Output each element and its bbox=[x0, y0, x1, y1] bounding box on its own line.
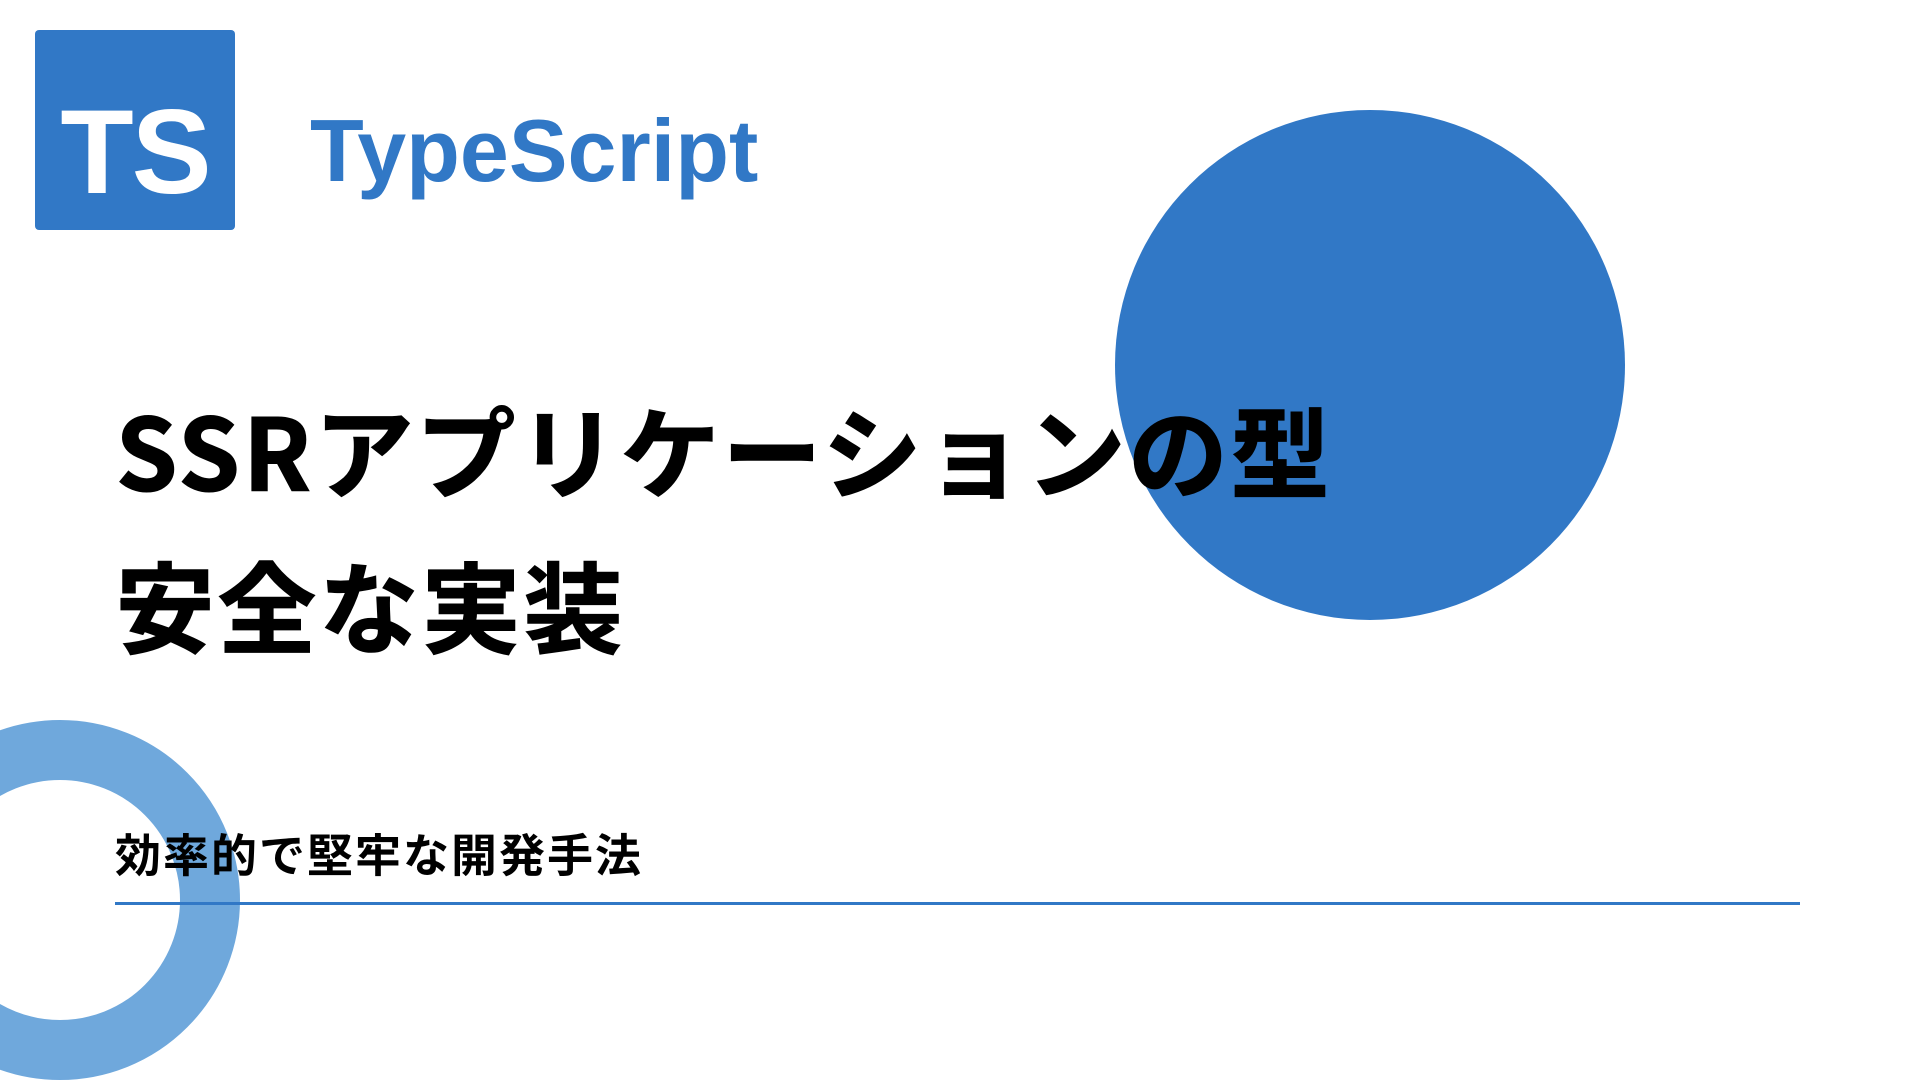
brand-label: TypeScript bbox=[310, 100, 758, 202]
subtitle-underline bbox=[115, 902, 1800, 905]
slide-title: SSRアプリケーションの型 安全な実装 bbox=[115, 370, 1515, 680]
title-line-2: 安全な実装 bbox=[115, 530, 625, 675]
accent-ring bbox=[0, 720, 240, 1080]
typescript-logo: TS bbox=[35, 30, 235, 230]
slide: TS TypeScript SSRアプリケーションの型 安全な実装 効率的で堅牢… bbox=[0, 0, 1920, 1080]
title-line-1: SSRアプリケーションの型 bbox=[115, 375, 1332, 520]
slide-subtitle: 効率的で堅牢な開発手法 bbox=[115, 820, 643, 886]
typescript-logo-text: TS bbox=[60, 92, 209, 212]
